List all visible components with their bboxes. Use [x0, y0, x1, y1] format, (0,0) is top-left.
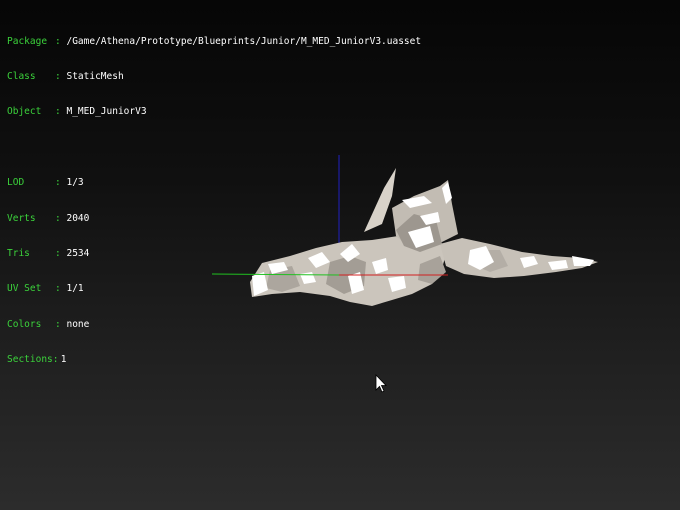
arrow-cursor-icon — [375, 374, 387, 393]
static-mesh-model[interactable] — [250, 168, 598, 306]
mesh-viewport[interactable]: Package: /Game/Athena/Prototype/Blueprin… — [0, 0, 680, 510]
mesh-render[interactable] — [0, 0, 680, 510]
